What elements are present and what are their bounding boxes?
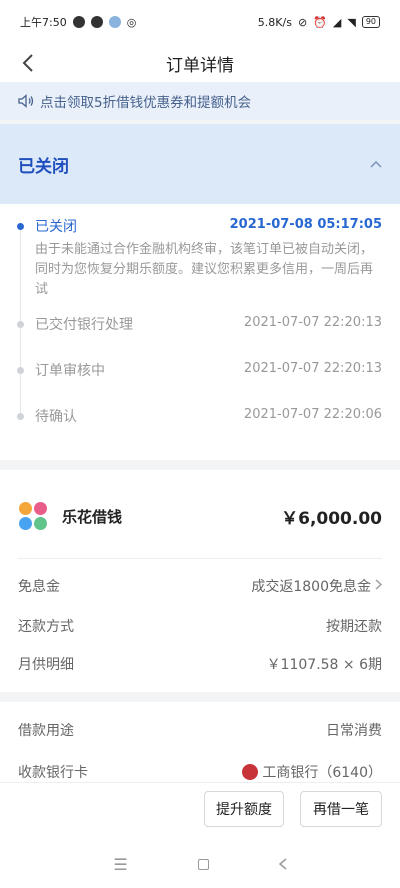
detail-value: 日常消费 [326,723,382,739]
detail-value: 成交返1800免息金 [251,579,371,595]
icbc-bank-icon [242,764,259,780]
battery-icon: 90 [361,16,380,28]
product-name: 乐花借钱 [62,507,123,526]
alarm-icon: ⏰ [313,15,327,29]
notice-text: 点击领取5折借钱优惠券和提额机会 [40,95,252,111]
loan-details-card: 借款用途 日常消费 收款银行卡 工商银行（6140） [0,702,400,782]
home-square-icon[interactable] [197,858,209,870]
detail-row-monthly: 月供明细 ￥1107.58 × 6期 [18,652,382,676]
detail-label: 借款用途 [18,723,74,739]
timeline-step-name: 已关闭 [35,219,77,235]
lehua-logo-icon [18,501,48,531]
status-bar: 上午7:50 ◎ 5.8K/s ⊘ ⏰ ◢ ◥ 90 [0,0,400,44]
signal-icon: ◢ [332,15,342,29]
detail-label: 收款银行卡 [18,765,88,781]
timeline-dot [17,413,24,420]
detail-value: 按期还款 [326,619,382,635]
timeline-step-name: 已交付银行处理 [35,317,133,333]
detail-value: ￥1107.58 × 6期 [266,657,382,673]
status-time: 上午7:50 [20,16,67,29]
app-notification-icon-2 [90,16,103,28]
divider [18,558,382,559]
timeline-dot-active [17,223,24,230]
detail-row-interest-free[interactable]: 免息金 成交返1800免息金 [18,574,383,598]
speaker-icon [18,94,34,108]
weather-cloud-icon [108,16,121,28]
detail-row-repayment: 还款方式 按期还款 [18,614,382,638]
chevron-up-icon[interactable] [370,156,382,172]
timeline-step-time: 2021-07-07 22:20:06 [243,407,382,422]
app-notification-icon [72,16,85,28]
detail-label: 月供明细 [18,657,74,673]
detail-row-bank-card: 收款银行卡 工商银行（6140） [18,760,382,782]
raise-limit-button[interactable]: 提升额度 [204,791,284,827]
detail-label: 还款方式 [18,619,74,635]
borrow-again-button[interactable]: 再借一笔 [300,791,382,827]
timeline-step-time: 2021-07-08 05:17:05 [229,217,382,232]
system-nav-bar: ☰ [0,840,400,888]
timeline-step-desc: 由于未能通过合作金融机构终审，该笔订单已被自动关闭，同时为您恢复分期乐额度。建议… [35,242,374,297]
timeline-step-time: 2021-07-07 22:20:13 [243,361,382,376]
detail-label: 免息金 [18,579,60,595]
bottom-action-bar: 提升额度 再借一笔 [0,782,400,840]
nav-bar: 订单详情 [0,44,400,82]
timeline-step-time: 2021-07-07 22:20:13 [243,315,382,330]
mute-icon: ⊘ [297,15,308,29]
order-status-header[interactable]: 已关闭 [0,124,400,204]
product-header: 乐花借钱 ￥6,000.00 [18,498,382,534]
chevron-right-icon [375,578,383,594]
wifi-icon: ◥ [347,15,356,29]
timeline-step-name: 订单审核中 [35,363,105,379]
net-speed: 5.8K/s [257,15,292,29]
timeline-dot [17,321,24,328]
menu-icon[interactable]: ☰ [113,855,127,874]
page-title: 订单详情 [166,55,234,76]
detail-row-purpose: 借款用途 日常消费 [18,718,382,742]
eye-off-icon: ◎ [126,15,137,29]
bank-card-text: 工商银行（6140） [262,765,382,781]
promo-notice-banner[interactable]: 点击领取5折借钱优惠券和提额机会 [0,82,400,120]
order-status-label: 已关闭 [18,156,69,177]
timeline-dot [17,367,24,374]
back-triangle-icon[interactable] [278,855,287,874]
loan-amount: ￥6,000.00 [281,508,382,529]
back-arrow-icon[interactable] [16,48,40,78]
detail-value: 工商银行（6140） [242,762,382,782]
order-timeline: 已关闭 2021-07-08 05:17:05 由于未能通过合作金融机构终审，该… [0,204,400,460]
timeline-step-name: 待确认 [35,409,77,425]
product-card: 乐花借钱 ￥6,000.00 免息金 成交返1800免息金 还款方式 按期还款 … [0,470,400,692]
